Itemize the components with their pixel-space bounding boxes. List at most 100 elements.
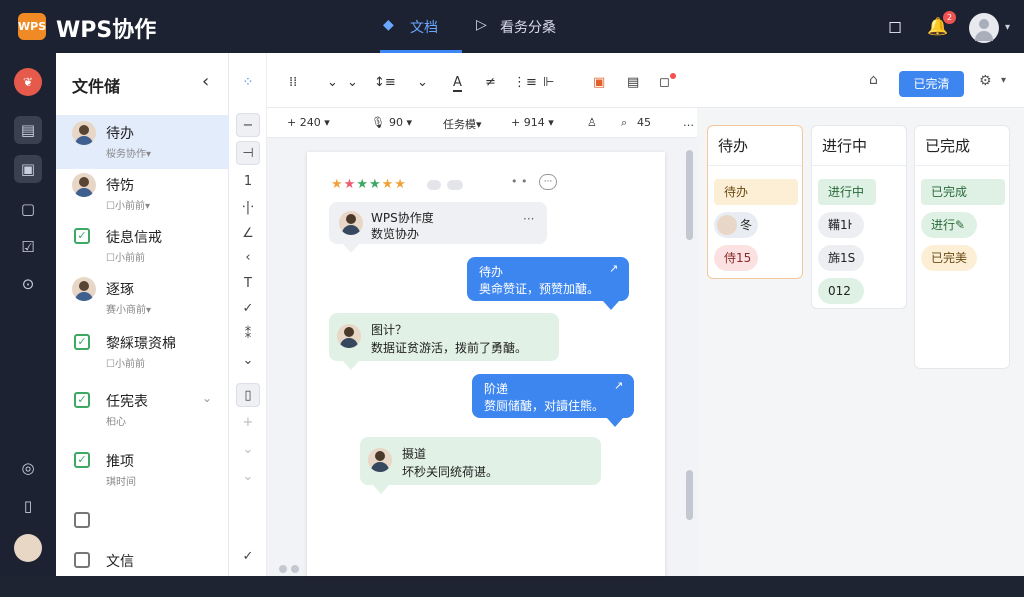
list-item[interactable]: 待办 桜务协作▾ (56, 115, 229, 169)
link-icon[interactable]: ⁑ (236, 323, 260, 347)
more-icon[interactable]: ··· (523, 212, 534, 226)
check-icon[interactable]: ✓ (236, 545, 260, 569)
comment-icon[interactable]: ◻ (659, 75, 670, 90)
list-item[interactable]: ✓ 推项 琪时间 (56, 443, 229, 497)
expand-icon[interactable]: ↗ (609, 262, 618, 275)
image-icon[interactable]: ▣ (593, 75, 605, 90)
checkbox-icon[interactable]: ✓ (74, 392, 90, 408)
text-icon[interactable]: T (236, 272, 260, 296)
avatar (337, 324, 361, 348)
list-item[interactable]: 文信 (56, 543, 229, 597)
download-icon[interactable]: ⊙ (14, 270, 42, 298)
font-size-select[interactable]: 90 ▾ (389, 116, 412, 129)
kanban-card[interactable]: 鞴1ŀ (818, 212, 864, 238)
kanban-card[interactable]: 已完成 (921, 179, 1005, 205)
grid-icon[interactable]: ⁞⁞ (289, 75, 297, 90)
list-item[interactable]: ✓ 任宪表 桕心 ⌄ (56, 383, 229, 437)
done-button[interactable]: 已完清 (899, 71, 964, 97)
calendar-icon[interactable]: ▤ (627, 75, 639, 90)
list-item[interactable]: 待饬 ☐小前前▾ (56, 167, 229, 221)
kanban-card[interactable]: 012 (818, 278, 864, 304)
kanban-card[interactable]: 已完美 (921, 245, 977, 271)
split-icon[interactable]: ⋅|⋅ (236, 196, 260, 220)
placeholder-pill (427, 180, 441, 190)
card-text: 冬 (740, 218, 753, 232)
chevron-down-icon[interactable]: ⌄ (327, 75, 338, 90)
list-item[interactable]: 逐琢 赛小商前▾ (56, 271, 229, 325)
message-bubble[interactable]: WPS协作度 数览协办 ··· (329, 202, 547, 244)
avatar (368, 448, 392, 472)
chat-icon[interactable]: ◻ (884, 16, 906, 38)
strikethrough-icon[interactable]: ≠ (485, 75, 496, 90)
share-icon[interactable]: ⌂ (869, 72, 878, 88)
checkbox-icon[interactable]: ✓ (74, 452, 90, 468)
font-color-icon[interactable]: A (453, 75, 462, 92)
minus-icon[interactable]: − (236, 113, 260, 137)
list-item[interactable]: ✓ 黎綵璟资棉 ☐小前前 (56, 325, 229, 379)
page-icon[interactable]: ▯ (14, 492, 42, 520)
line-height-icon[interactable]: ↕≡ (374, 75, 396, 90)
check-circle-icon[interactable]: ◎ (14, 454, 42, 482)
kanban-card[interactable]: 进行✎ (921, 212, 977, 238)
document-icon[interactable]: ▢ (14, 195, 42, 223)
expand-icon[interactable]: ↗ (614, 379, 623, 392)
tab-docs[interactable]: 文档 (410, 17, 438, 37)
check-icon[interactable]: ✓ (236, 297, 260, 321)
message-title: 摄道 (402, 447, 427, 461)
kanban-card[interactable]: 冬 (714, 212, 758, 238)
document-page[interactable]: ★★★★★★ • • ··· WPS协作度 数览协办 ··· 待办 奥命赞证，预… (307, 152, 665, 576)
kanban-card[interactable]: 侍15 (714, 245, 758, 271)
chevron-left-icon[interactable]: ‹ (236, 246, 260, 270)
kanban-card[interactable]: 进行中 (818, 179, 876, 205)
chevron-down-icon[interactable]: ▾ (1005, 22, 1010, 33)
checkbox-icon[interactable] (74, 512, 90, 528)
table-icon[interactable]: ▤ (14, 116, 42, 144)
kanban-card[interactable]: 旆1S (818, 245, 864, 271)
tab-task-board[interactable]: 看务分桑 (500, 17, 556, 37)
count-select[interactable]: + 914 ▾ (511, 116, 554, 129)
placeholder-pill (447, 180, 463, 190)
number-icon[interactable]: 1 (236, 170, 260, 194)
zoom-select[interactable]: + 240 ▾ (287, 116, 330, 129)
avatar-icon[interactable] (14, 534, 42, 562)
list-item[interactable]: ✓ 徒息信戒 ☐小前前 (56, 219, 229, 273)
avatar (72, 121, 96, 145)
vertical-scrollbar[interactable] (686, 470, 693, 520)
attach-icon[interactable]: ⌕ (621, 116, 627, 130)
checkbox-icon[interactable]: ☑ (14, 233, 42, 261)
user-avatar[interactable] (969, 13, 999, 43)
message-bubble[interactable]: 图计？ 数据证贫游活，拨前了勇醣。 (329, 313, 559, 361)
message-bubble[interactable]: 待办 奥命赞证，预赞加醣。 ↗ (467, 257, 629, 301)
checkbox-icon[interactable]: ✓ (74, 228, 90, 244)
mic-icon[interactable]: 🎙 (371, 116, 385, 129)
checkbox-icon[interactable]: ✓ (74, 334, 90, 350)
format-icon[interactable]: ⊩ (543, 75, 554, 90)
chevron-down-icon[interactable]: ⌄ (236, 465, 260, 489)
plus-icon[interactable]: + (236, 411, 260, 435)
chevron-down-icon[interactable]: ⌄ (236, 349, 260, 373)
more-icon[interactable]: ··· (539, 174, 557, 190)
chevron-down-icon[interactable]: ⌄ (347, 75, 358, 90)
bubble-tail (343, 244, 359, 253)
vertical-scrollbar[interactable] (686, 150, 693, 240)
list-icon[interactable]: ⋮≡ (513, 75, 537, 90)
chevron-down-icon[interactable]: ⌄ (417, 75, 428, 90)
file-icon[interactable]: ▣ (14, 155, 42, 183)
template-select[interactable]: 任务模▾ (443, 116, 482, 132)
brand-logo-icon[interactable]: ❦ (14, 68, 42, 96)
checkbox-icon[interactable] (74, 552, 90, 568)
chevron-down-icon[interactable]: ⌄ (236, 438, 260, 462)
gear-icon[interactable]: ⚙ (979, 73, 992, 89)
message-bubble[interactable]: 摄道 坏秒关同统荷谌。 (360, 437, 601, 485)
user-icon[interactable]: ♙ (587, 116, 597, 129)
chevron-down-icon[interactable]: ⌄ (202, 391, 212, 405)
kanban-card[interactable]: 待办 (714, 179, 798, 205)
chevron-down-icon[interactable]: ▾ (1001, 75, 1006, 86)
pen-icon[interactable]: ∠ (236, 222, 260, 246)
grid-icon[interactable]: ⁘ (236, 71, 260, 95)
scroll-handle-icon[interactable]: ▯ (236, 383, 260, 407)
more-icon[interactable]: … (683, 116, 694, 129)
indent-icon[interactable]: ⊣ (236, 141, 260, 165)
message-bubble[interactable]: 阶递 赘厕储醣，对讀住熊。 ↗ (472, 374, 634, 418)
chevron-left-icon[interactable]: ‹ (202, 71, 209, 92)
